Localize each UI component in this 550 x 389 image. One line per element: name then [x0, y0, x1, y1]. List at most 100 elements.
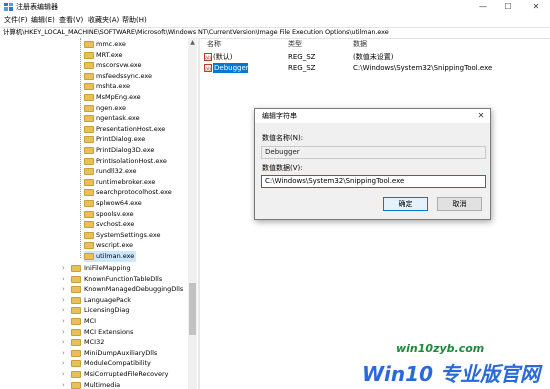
scroll-thumb[interactable] — [189, 283, 196, 335]
expand-chevron-icon[interactable]: › — [62, 358, 65, 369]
tree-item[interactable]: › KnownFunctionTableDlls — [62, 274, 162, 285]
tree-item[interactable]: SystemSettings.exe — [84, 230, 161, 241]
folder-icon — [84, 94, 94, 101]
tree-item[interactable]: › LicensingDiag — [62, 305, 129, 316]
close-button[interactable]: ✕ — [525, 0, 547, 14]
expand-chevron-icon[interactable]: › — [62, 380, 65, 389]
tree-item[interactable]: PrintDialog3D.exe — [84, 145, 154, 156]
tree-item[interactable]: › MCI32 — [62, 337, 104, 348]
folder-icon — [71, 318, 81, 325]
tree-item[interactable]: MsMpEng.exe — [84, 92, 141, 103]
tree-item[interactable]: › ModuleCompatibility — [62, 358, 151, 369]
value-name-debugger[interactable]: Debugger — [214, 63, 249, 73]
expand-chevron-icon[interactable]: › — [62, 305, 65, 316]
minimize-button[interactable]: — — [472, 0, 494, 14]
tree-item[interactable]: ngen.exe — [84, 103, 126, 114]
tree-item[interactable]: svchost.exe — [84, 219, 134, 230]
menu-file[interactable]: 文件(F) — [4, 15, 28, 25]
expand-chevron-icon[interactable]: › — [62, 369, 65, 380]
tree-item[interactable]: mmc.exe — [84, 39, 126, 50]
tree-item[interactable]: MRT.exe — [84, 50, 122, 61]
folder-icon — [84, 104, 94, 112]
tree-guide-line — [80, 38, 81, 258]
value-data-label: 数值数据(V): — [262, 164, 303, 172]
folder-icon — [84, 242, 94, 250]
tree-item[interactable]: › MiniDumpAuxiliaryDlls — [62, 348, 157, 359]
folder-icon — [71, 339, 81, 347]
menu-edit[interactable]: 编辑(E) — [31, 15, 55, 25]
tree-item-label: runtimebroker.exe — [96, 177, 156, 186]
tree-item-label: KnownManagedDebuggingDlls — [84, 285, 184, 294]
cancel-button[interactable]: 取消 — [437, 197, 482, 211]
dialog-title: 编辑字符串 — [262, 112, 297, 120]
tree-item-label: wscript.exe — [96, 241, 134, 250]
tree-item-label: MsiCorruptedFileRecovery — [84, 370, 169, 378]
folder-icon — [71, 286, 81, 294]
folder-icon — [84, 178, 94, 186]
address-path[interactable]: 计算机\HKEY_LOCAL_MACHINE\SOFTWARE\Microsof… — [3, 27, 389, 37]
tree-item[interactable]: runtimebroker.exe — [84, 177, 155, 188]
tree-item[interactable]: › LanguagePack — [62, 295, 131, 306]
tree-item-label: PrintDialog.exe — [96, 135, 146, 144]
svg-text:ab: ab — [205, 67, 211, 73]
scroll-up-arrow-icon[interactable]: ▲ — [189, 39, 196, 47]
registry-tree[interactable]: mmc.exe MRT.exe mscorsvw.exe msfeedssync.ex… — [0, 38, 198, 389]
tree-item[interactable]: ngentask.exe — [84, 113, 140, 124]
expand-chevron-icon[interactable]: › — [62, 274, 65, 285]
tree-item[interactable]: › IniFileMapping — [62, 263, 131, 274]
tree-item[interactable]: › MsiCorruptedFileRecovery — [62, 369, 168, 380]
tree-item[interactable]: utilman.exe — [84, 251, 137, 262]
expand-chevron-icon[interactable]: › — [62, 337, 65, 348]
folder-icon — [71, 307, 81, 315]
tree-item-label: mmc.exe — [96, 40, 126, 48]
pane-splitter[interactable] — [198, 38, 200, 389]
value-name-default[interactable]: (默认) — [213, 52, 232, 62]
tree-item[interactable]: wscript.exe — [84, 240, 133, 251]
tree-item[interactable]: spoolsv.exe — [84, 209, 134, 220]
value-data-input[interactable]: C:\Windows\System32\SnippingTool.exe — [261, 175, 486, 188]
menu-help[interactable]: 帮助(H) — [122, 15, 147, 25]
tree-item[interactable]: mshta.exe — [84, 81, 130, 92]
tree-item-label: MRT.exe — [96, 50, 123, 59]
tree-item[interactable]: splwow64.exe — [84, 198, 142, 209]
folder-icon — [84, 83, 94, 91]
tree-item[interactable]: › Multimedia — [62, 380, 120, 389]
folder-icon — [84, 51, 94, 59]
tree-item[interactable]: › MCI Extensions — [62, 327, 133, 338]
tree-item-label: KnownFunctionTableDlls — [84, 274, 163, 283]
tree-item[interactable]: PresentationHost.exe — [84, 124, 165, 135]
tree-item[interactable]: › MCI — [62, 316, 96, 327]
value-type-default: REG_SZ — [288, 53, 316, 61]
expand-chevron-icon[interactable]: › — [62, 284, 65, 295]
menu-favorites[interactable]: 收藏夹(A) — [88, 15, 119, 25]
expand-chevron-icon[interactable]: › — [62, 316, 65, 327]
maximize-button[interactable]: ☐ — [497, 0, 519, 14]
menu-view[interactable]: 查看(V) — [59, 15, 83, 25]
expand-chevron-icon[interactable]: › — [62, 295, 65, 306]
tree-item-label: searchprotocolhost.exe — [96, 188, 172, 197]
tree-scrollbar[interactable] — [188, 38, 197, 389]
expand-chevron-icon[interactable]: › — [62, 327, 65, 338]
folder-icon — [84, 41, 94, 48]
column-header-type[interactable]: 类型 — [288, 39, 302, 49]
tree-item-label: PrintDialog3D.exe — [96, 146, 155, 154]
tree-item[interactable]: › KnownManagedDebuggingDlls — [62, 284, 183, 295]
column-header-data[interactable]: 数据 — [353, 39, 367, 49]
svg-text:ab: ab — [205, 56, 211, 62]
title-bar — [0, 0, 550, 14]
tree-item[interactable]: PrintIsolationHost.exe — [84, 156, 167, 167]
tree-item-label: MCI Extensions — [84, 327, 134, 336]
ok-button[interactable]: 确定 — [383, 197, 428, 211]
dialog-close-icon[interactable]: ✕ — [474, 110, 488, 122]
tree-item[interactable]: msfeedssync.exe — [84, 71, 152, 82]
expand-chevron-icon[interactable]: › — [62, 263, 65, 274]
folder-icon — [84, 200, 94, 207]
tree-item[interactable]: rundll32.exe — [84, 166, 137, 177]
column-header-name[interactable]: 名称 — [207, 39, 221, 49]
tree-item[interactable]: PrintDialog.exe — [84, 134, 145, 145]
tree-item-label: PresentationHost.exe — [96, 124, 166, 133]
tree-item[interactable]: searchprotocolhost.exe — [84, 187, 172, 198]
expand-chevron-icon[interactable]: › — [62, 348, 65, 359]
tree-item[interactable]: mscorsvw.exe — [84, 60, 142, 71]
tree-item-label: MsMpEng.exe — [96, 93, 141, 101]
